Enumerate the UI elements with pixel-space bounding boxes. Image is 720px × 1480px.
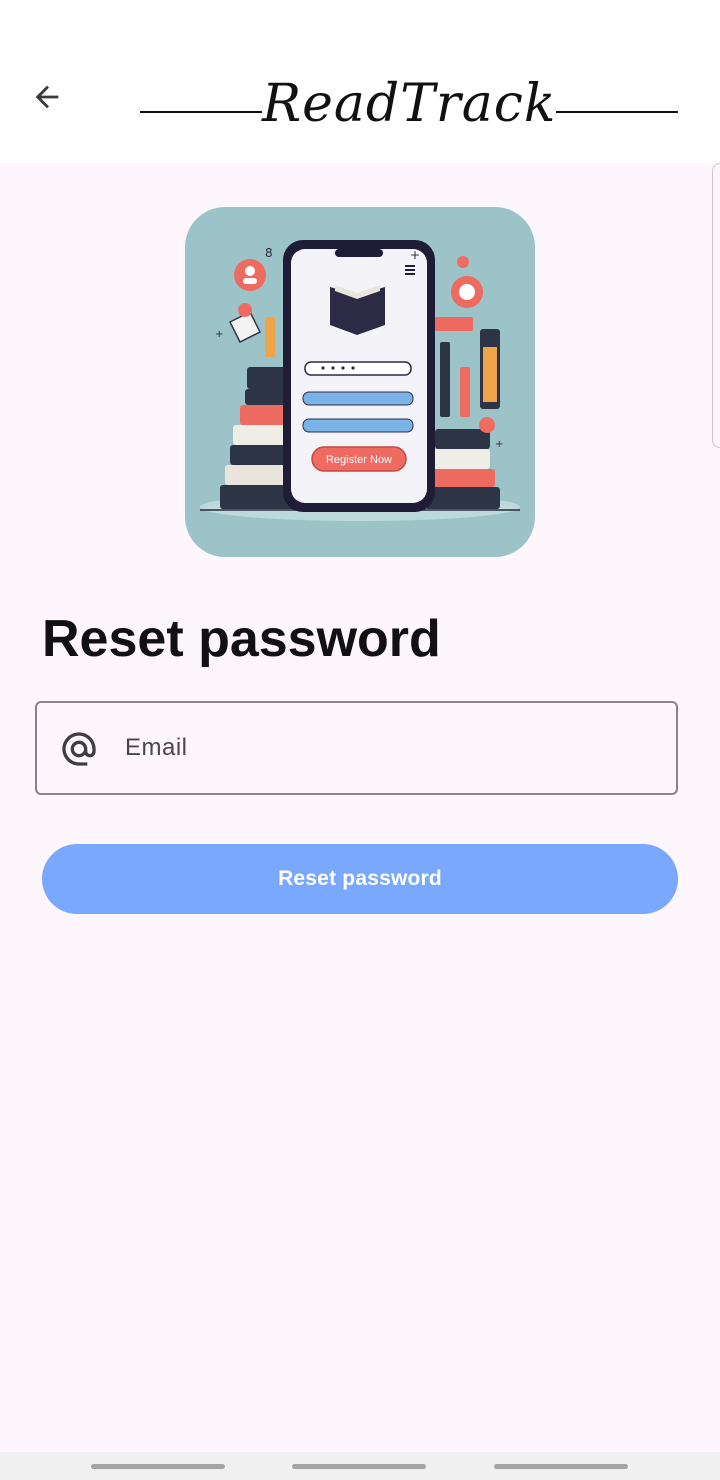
back-button[interactable]	[22, 72, 72, 122]
email-field[interactable]	[35, 701, 678, 795]
brand-line-right	[556, 111, 678, 113]
brand-line-left	[140, 111, 262, 113]
brand-title: ReadTrack	[262, 74, 557, 134]
svg-text:8: 8	[265, 246, 273, 260]
at-sign-icon	[62, 732, 96, 766]
svg-text:+: +	[215, 329, 223, 340]
page-title: Reset password	[42, 610, 441, 668]
nav-pill-right[interactable]	[494, 1464, 628, 1469]
arrow-left-icon	[35, 85, 59, 109]
svg-text:+: +	[495, 439, 503, 450]
phone-register-label: Register Now	[326, 454, 392, 466]
svg-text:+: +	[410, 248, 420, 262]
system-nav-bar	[0, 1452, 720, 1480]
books-and-phone-illustration: Register Now 8 + + +	[185, 207, 535, 557]
email-input[interactable]	[125, 703, 645, 793]
reset-password-button[interactable]: Reset password	[42, 844, 678, 914]
app-header: ReadTrack	[0, 0, 720, 163]
side-panel-handle[interactable]	[712, 163, 720, 448]
nav-pill-left[interactable]	[91, 1464, 225, 1469]
brand-logo: ReadTrack	[140, 64, 680, 144]
nav-pill-center[interactable]	[292, 1464, 426, 1469]
